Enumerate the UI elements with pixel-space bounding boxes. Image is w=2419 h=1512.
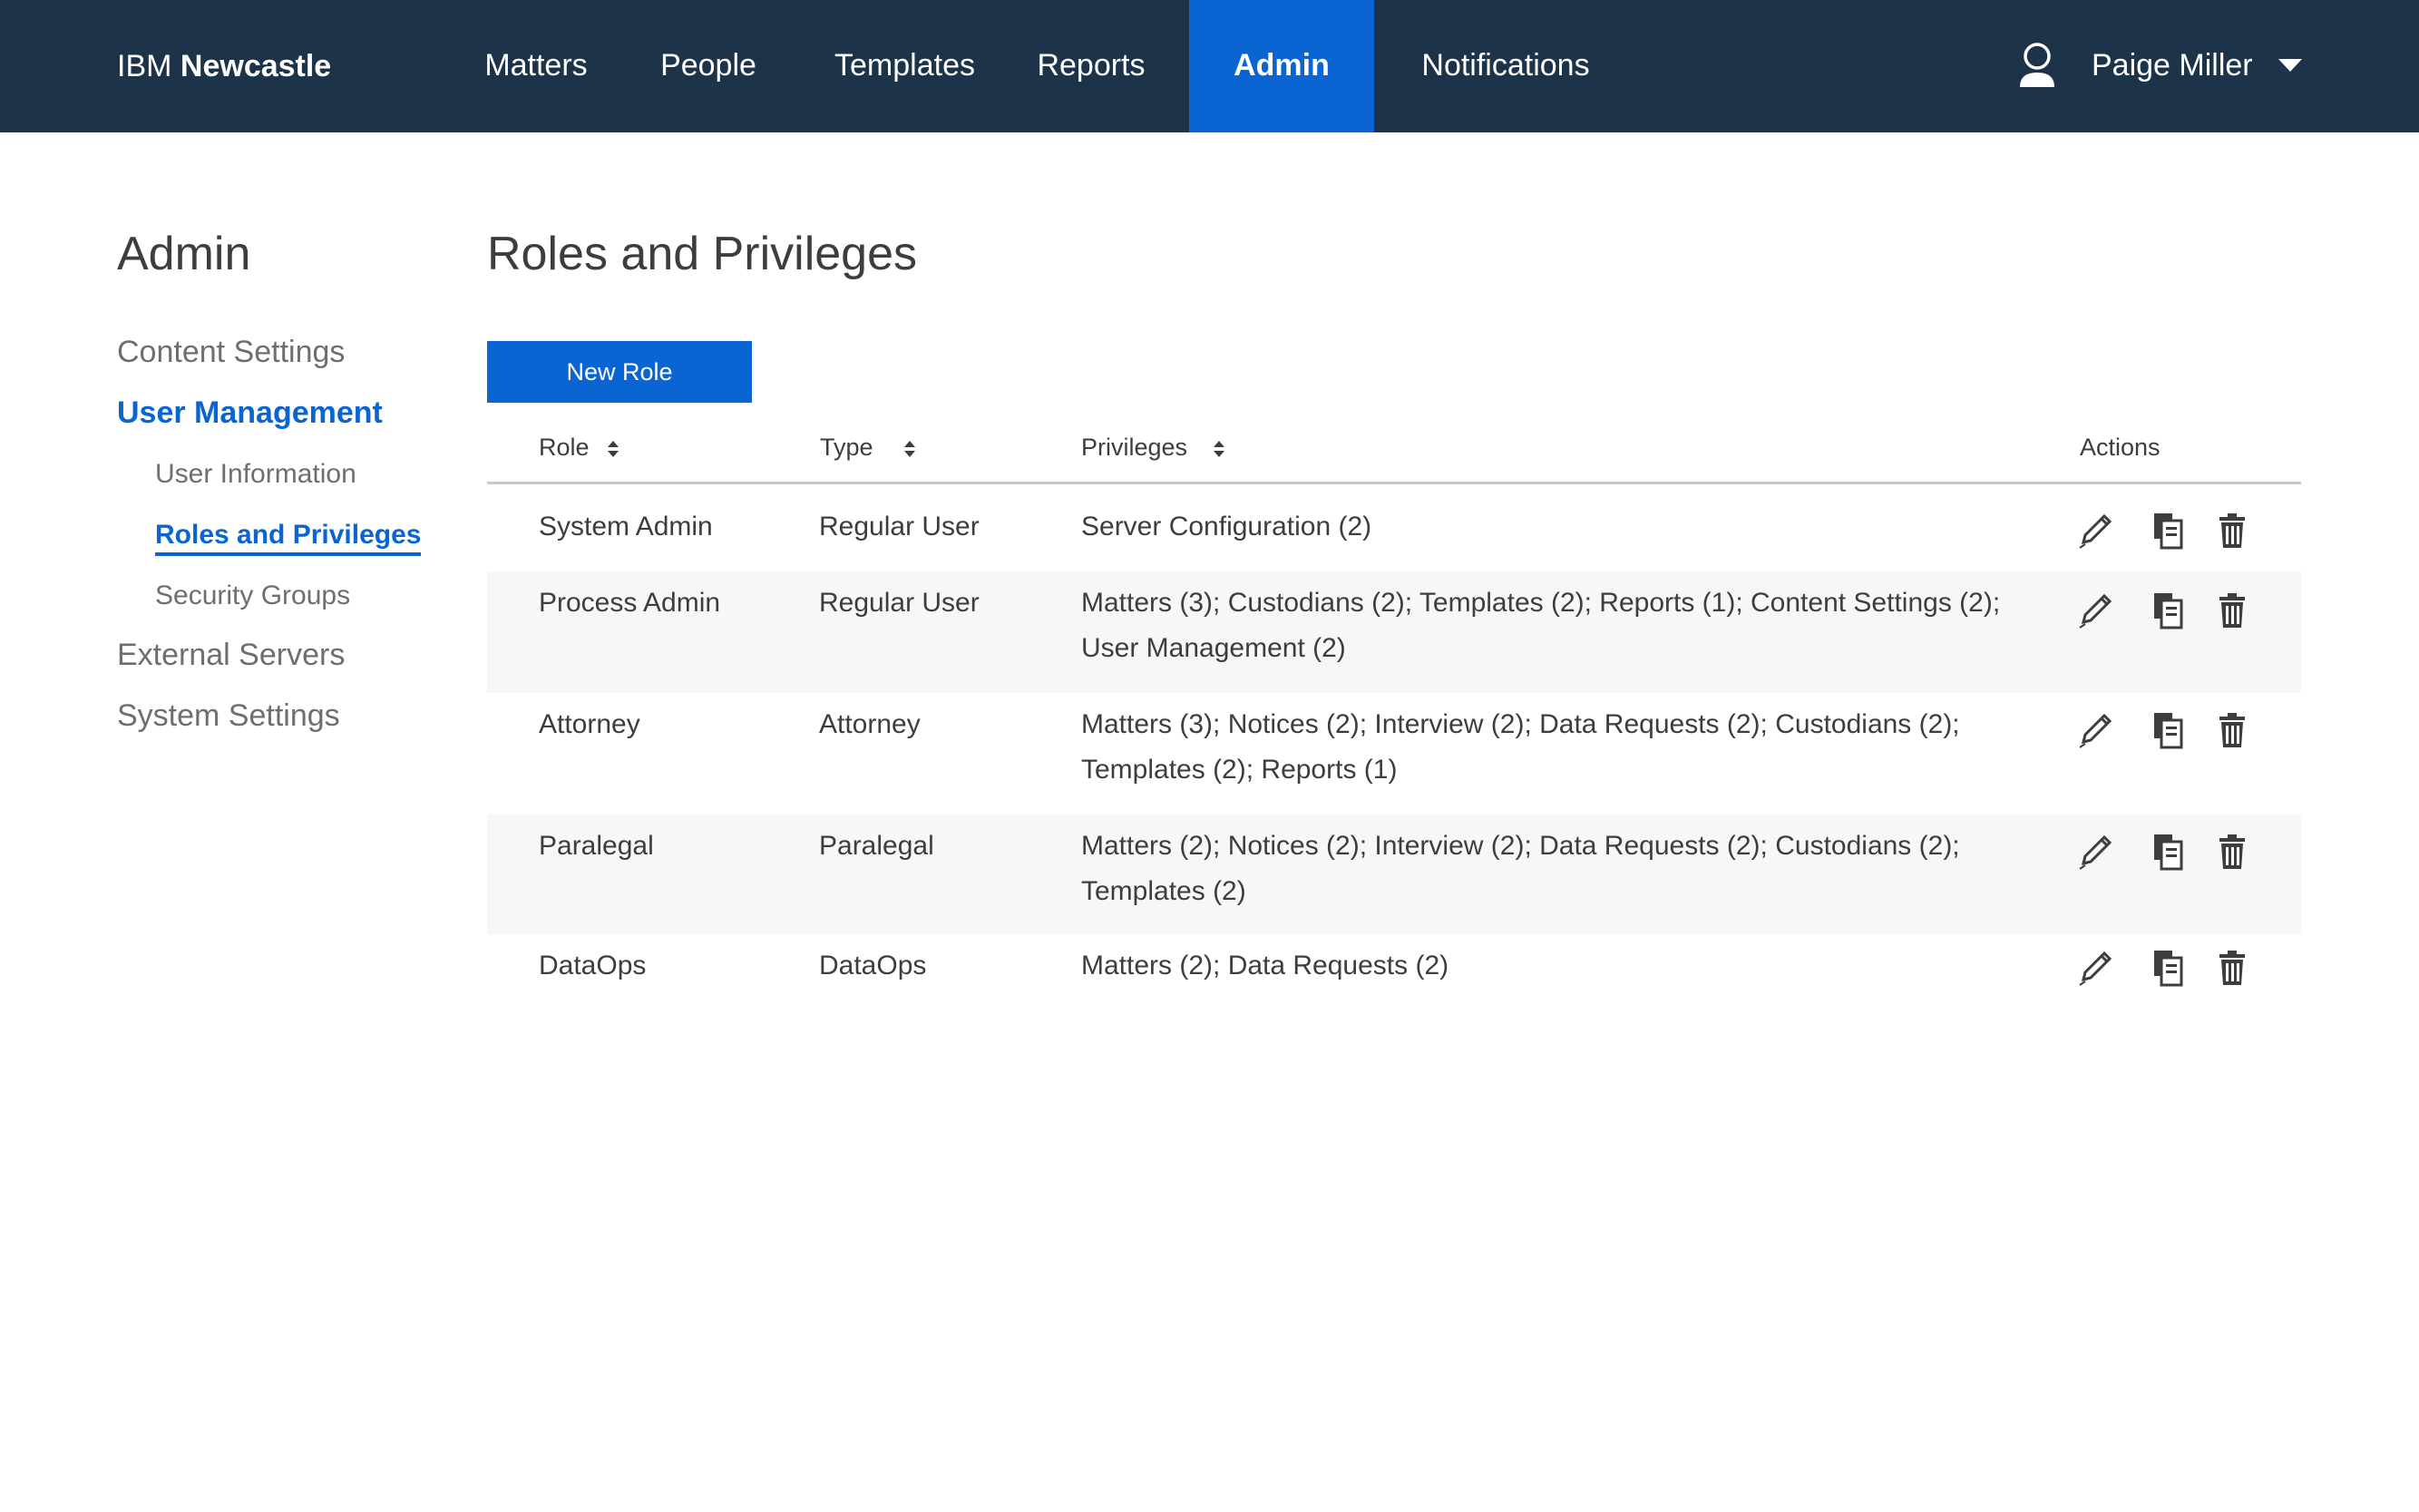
table-row: DataOps DataOps Matters (2); Data Reques… [487,934,2301,1016]
column-header-privileges[interactable]: Privileges [1081,413,1225,482]
privileges-cell: Matters (2); Data Requests (2) [1081,951,1449,980]
copy-icon[interactable] [2151,711,2187,749]
type-cell: DataOps [819,951,927,980]
edit-icon[interactable] [2078,512,2114,550]
new-role-button[interactable]: New Role [487,341,752,403]
brand-logo[interactable]: IBM Newcastle [117,0,331,132]
brand-prefix: IBM [117,49,172,83]
user-name: Paige Miller [2092,48,2253,83]
edit-icon[interactable] [2078,949,2114,987]
copy-icon[interactable] [2151,512,2187,550]
sidebar-item-roles-and-privileges[interactable]: Roles and Privileges [155,520,422,556]
type-cell: Regular User [819,588,980,618]
top-navigation-bar: IBM Newcastle Matters People Templates R… [0,0,2419,132]
column-header-role[interactable]: Role [539,413,619,482]
sidebar-item-user-information[interactable]: User Information [155,459,356,490]
role-cell: DataOps [539,951,647,980]
type-cell: Paralegal [819,831,934,861]
type-cell: Attorney [819,709,921,739]
table-row: System Admin Regular User Server Configu… [487,484,2301,571]
chevron-down-icon[interactable] [2278,59,2302,72]
copy-icon[interactable] [2151,591,2187,629]
column-header-type[interactable]: Type [820,413,916,482]
delete-icon[interactable] [2214,711,2250,749]
sidebar-title: Admin [117,228,251,280]
privileges-cell: Server Configuration (2) [1081,512,1372,541]
nav-people[interactable]: People [635,0,782,132]
sidebar-item-security-groups[interactable]: Security Groups [155,580,350,611]
edit-icon[interactable] [2078,711,2114,749]
table-row: Process Admin Regular User Matters (3); … [487,571,2301,693]
nav-matters[interactable]: Matters [463,0,610,132]
column-header-privileges-label: Privileges [1081,434,1188,461]
delete-icon[interactable] [2214,949,2250,987]
role-cell: Attorney [539,709,640,739]
column-header-role-label: Role [539,434,590,461]
delete-icon[interactable] [2214,591,2250,629]
sort-icon[interactable] [607,440,619,458]
role-cell: System Admin [539,512,713,541]
privileges-cell: Matters (2); Notices (2); Interview (2);… [1081,831,1960,906]
edit-icon[interactable] [2078,591,2114,629]
delete-icon[interactable] [2214,833,2250,871]
table-row: Paralegal Paralegal Matters (2); Notices… [487,815,2301,934]
delete-icon[interactable] [2214,512,2250,550]
sidebar-item-content-settings[interactable]: Content Settings [117,335,345,370]
column-header-type-label: Type [820,434,873,461]
sidebar-item-external-servers[interactable]: External Servers [117,638,345,673]
sort-icon[interactable] [1213,440,1225,458]
user-avatar-icon [2020,43,2054,87]
nav-admin[interactable]: Admin [1189,0,1374,132]
brand-name: Newcastle [180,49,332,83]
privileges-cell: Matters (3); Custodians (2); Templates (… [1081,588,2001,663]
table-row: Attorney Attorney Matters (3); Notices (… [487,693,2301,815]
edit-icon[interactable] [2078,833,2114,871]
privileges-cell: Matters (3); Notices (2); Interview (2);… [1081,709,1960,785]
sidebar-item-user-management[interactable]: User Management [117,395,383,431]
page-title: Roles and Privileges [487,228,918,280]
nav-notifications[interactable]: Notifications [1397,0,1614,132]
roles-table: Role Type Privileges Actions System Admi… [487,413,2301,1016]
type-cell: Regular User [819,512,980,541]
nav-reports[interactable]: Reports [1014,0,1168,132]
role-cell: Paralegal [539,831,654,861]
sidebar-item-system-settings[interactable]: System Settings [117,698,340,734]
column-header-actions: Actions [2080,434,2161,461]
user-menu[interactable]: Paige Miller [2017,0,2307,132]
nav-templates[interactable]: Templates [816,0,993,132]
table-header: Role Type Privileges Actions [487,413,2301,484]
role-cell: Process Admin [539,588,721,618]
sort-icon[interactable] [903,440,916,458]
copy-icon[interactable] [2151,833,2187,871]
copy-icon[interactable] [2151,949,2187,987]
